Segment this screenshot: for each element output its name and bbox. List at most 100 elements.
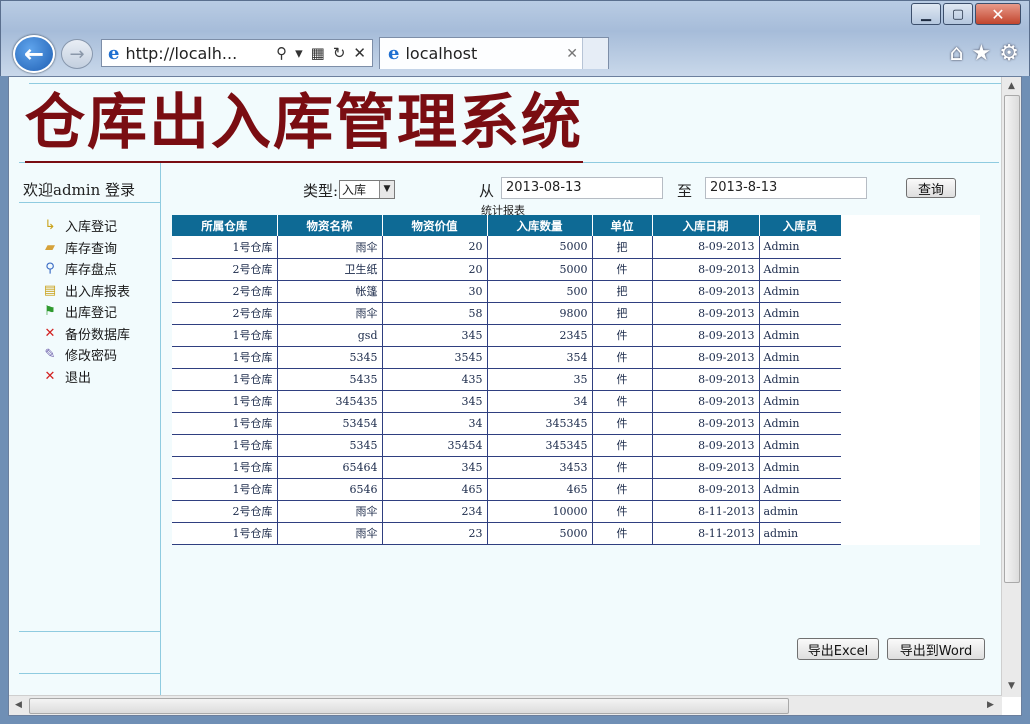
report-folder-icon: ▤ (43, 282, 57, 298)
table-cell: Admin (759, 236, 841, 259)
menu-item-6[interactable]: ✎ 修改密码 (41, 344, 160, 366)
table-cell: admin (759, 522, 841, 545)
favorites-star-icon[interactable]: ★ (972, 41, 992, 66)
table-cell: 1号仓库 (172, 236, 278, 259)
table-cell: 8-09-2013 (652, 236, 760, 259)
table-row: 1号仓库 5435 435 35 件 8-09-2013 Admin (172, 368, 841, 391)
search-icon[interactable]: ⚲ (276, 44, 287, 62)
scroll-down-icon[interactable]: ▼ (1008, 681, 1015, 691)
column-header: 所属仓库 (172, 215, 278, 236)
table-cell: 34 (382, 412, 488, 435)
table-cell: 件 (592, 324, 653, 347)
new-tab-button[interactable] (582, 38, 608, 69)
menu-item-label: 修改密码 (65, 349, 118, 365)
table-cell: 20 (382, 236, 488, 259)
table-cell: 3545 (382, 346, 488, 369)
dropdown-icon[interactable]: ▾ (295, 44, 303, 62)
table-cell: 件 (592, 522, 653, 545)
home-icon[interactable]: ⌂ (950, 41, 964, 66)
scroll-right-icon[interactable]: ▶ (987, 700, 994, 710)
address-bar[interactable]: e http://localh... ⚲ ▾ ▦ ↻ ✕ (101, 39, 373, 67)
table-cell: 5000 (487, 236, 593, 259)
scroll-left-icon[interactable]: ◀ (15, 700, 22, 710)
column-header: 单位 (592, 215, 653, 236)
settings-gear-icon[interactable]: ⚙ (999, 41, 1019, 66)
menu-item-3[interactable]: ▤ 出入库报表 (41, 280, 160, 302)
table-cell: 8-09-2013 (652, 324, 760, 347)
back-button[interactable]: ← (13, 35, 55, 73)
maximize-button[interactable]: ▢ (943, 3, 973, 25)
table-cell: 把 (592, 280, 653, 303)
table-cell: Admin (759, 368, 841, 391)
column-header: 物资名称 (277, 215, 383, 236)
table-cell: 1号仓库 (172, 522, 278, 545)
forward-button[interactable]: → (61, 39, 93, 69)
column-header: 入库员 (759, 215, 842, 236)
vertical-scrollbar[interactable]: ▲ ▼ (1001, 77, 1021, 697)
menu-item-0[interactable]: ↳ 入库登记 (41, 215, 160, 237)
scroll-up-icon[interactable]: ▲ (1008, 81, 1015, 91)
table-cell: 1号仓库 (172, 412, 278, 435)
column-header: 入库日期 (652, 215, 760, 236)
table-row: 1号仓库 5345 3545 354 件 8-09-2013 Admin (172, 346, 841, 369)
table-cell: 雨伞 (277, 302, 383, 325)
table-row: 2号仓库 帐篷 30 500 把 8-09-2013 Admin (172, 280, 841, 303)
from-date-input[interactable]: 2013-08-13 (501, 177, 663, 199)
tab-close-icon[interactable]: ✕ (566, 46, 578, 62)
table-cell: 3453 (487, 456, 593, 479)
table-cell: 5435 (277, 368, 383, 391)
to-date-input[interactable]: 2013-8-13 (705, 177, 867, 199)
menu-item-2[interactable]: ⚲ 库存盘点 (41, 258, 160, 280)
table-cell: 23 (382, 522, 488, 545)
menu-item-1[interactable]: ▰ 库存查询 (41, 237, 160, 259)
menu-item-7[interactable]: ✕ 退出 (41, 366, 160, 388)
table-cell: 354 (487, 346, 593, 369)
table-cell: 件 (592, 368, 653, 391)
table-cell: 8-09-2013 (652, 478, 760, 501)
refresh-icon[interactable]: ↻ (333, 44, 346, 62)
table-cell: 把 (592, 302, 653, 325)
menu-item-5[interactable]: ✕ 备份数据库 (41, 323, 160, 345)
minimize-button[interactable]: ▁ (911, 3, 941, 25)
table-row: 1号仓库 53454 34 345345 件 8-09-2013 Admin (172, 412, 841, 435)
table-row: 1号仓库 65464 345 3453 件 8-09-2013 Admin (172, 456, 841, 479)
table-cell: 帐篷 (277, 280, 383, 303)
table-cell: Admin (759, 434, 841, 457)
table-cell: admin (759, 500, 841, 523)
menu-item-4[interactable]: ⚑ 出库登记 (41, 301, 160, 323)
table-cell: 30 (382, 280, 488, 303)
compat-view-icon[interactable]: ▦ (311, 44, 325, 62)
table-cell: gsd (277, 324, 383, 347)
vertical-scroll-thumb[interactable] (1004, 95, 1020, 583)
table-cell: 雨伞 (277, 500, 383, 523)
table-row: 1号仓库 5345 35454 345345 件 8-09-2013 Admin (172, 434, 841, 457)
table-cell: 8-09-2013 (652, 368, 760, 391)
welcome-text: 欢迎admin 登录 (19, 163, 160, 203)
table-cell: 1号仓库 (172, 456, 278, 479)
horizontal-scrollbar[interactable]: ◀ ▶ (9, 695, 1002, 715)
table-cell: Admin (759, 280, 841, 303)
close-window-button[interactable]: ✕ (975, 3, 1021, 25)
table-cell: 1号仓库 (172, 434, 278, 457)
table-cell: 件 (592, 346, 653, 369)
export-word-button[interactable]: 导出到Word (887, 638, 985, 660)
horizontal-scroll-thumb[interactable] (29, 698, 789, 714)
folder-arrow-icon: ↳ (44, 218, 56, 234)
menu-item-label: 库存查询 (65, 241, 118, 257)
column-header: 入库数量 (487, 215, 593, 236)
table-cell: 5345 (277, 346, 383, 369)
table-cell: 8-09-2013 (652, 302, 760, 325)
table-cell: 2号仓库 (172, 500, 278, 523)
table-cell: 8-09-2013 (652, 280, 760, 303)
query-button[interactable]: 查询 (906, 178, 956, 198)
tab-localhost[interactable]: e localhost ✕ (379, 37, 609, 69)
stop-icon[interactable]: ✕ (353, 44, 366, 62)
type-select[interactable]: 入库 ▼ (339, 180, 395, 199)
table-cell: 卫生纸 (277, 258, 383, 281)
table-cell: 5345 (277, 434, 383, 457)
report-table: 所属仓库 物资名称 物资价值 入库数量 单位 入库日期 入库员 1号仓库 雨伞 20 5000 把 8… (172, 215, 842, 545)
export-excel-button[interactable]: 导出Excel (797, 638, 879, 660)
table-cell: 8-09-2013 (652, 434, 760, 457)
table-cell: 58 (382, 302, 488, 325)
table-cell: 8-11-2013 (652, 500, 760, 523)
